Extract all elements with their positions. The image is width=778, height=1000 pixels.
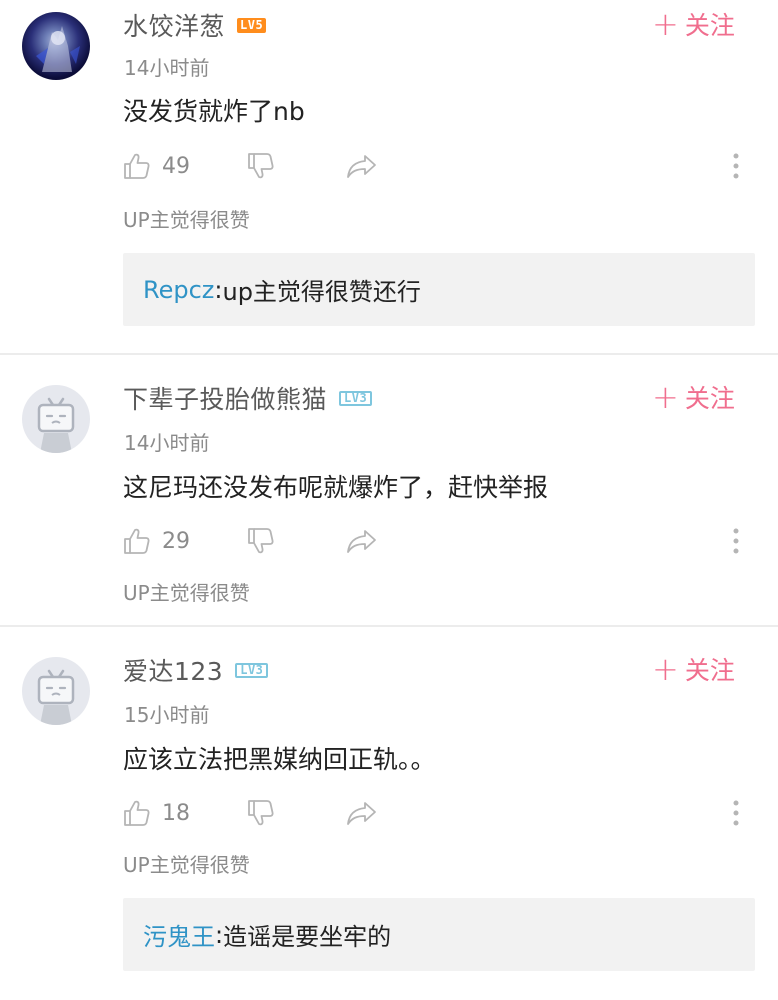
- like-button[interactable]: 49: [122, 147, 190, 185]
- more-button[interactable]: [724, 794, 748, 832]
- reply-username[interactable]: Repcz: [143, 276, 214, 304]
- follow-button[interactable]: + 关注: [652, 8, 735, 40]
- reply-colon: :: [214, 275, 223, 304]
- reply-text: 造谣是要坐牢的: [223, 923, 392, 951]
- like-button[interactable]: 29: [122, 522, 190, 560]
- plus-icon: +: [652, 378, 679, 416]
- thumbs-down-icon: [248, 528, 274, 554]
- comment-item: 下辈子投胎做熊猫 LV3 + 关注 14小时前 这尼玛还没发布呢就爆炸了，赶快举…: [0, 355, 778, 627]
- like-count: 49: [162, 153, 190, 179]
- share-button[interactable]: [346, 522, 378, 560]
- comment-actions: 49: [122, 147, 754, 185]
- dislike-button[interactable]: [246, 794, 276, 832]
- thumbs-down-icon: [248, 153, 274, 179]
- more-button[interactable]: [724, 147, 748, 185]
- share-icon: [347, 530, 376, 553]
- thumbs-down-icon: [248, 800, 274, 826]
- reply-preview[interactable]: 污鬼王: 造谣是要坐牢的: [123, 898, 755, 971]
- avatar[interactable]: [22, 385, 90, 453]
- dislike-button[interactable]: [246, 522, 276, 560]
- reply-preview[interactable]: Repcz: up主觉得很赞还行: [123, 253, 755, 326]
- share-icon: [347, 155, 376, 178]
- default-avatar-icon: [37, 669, 75, 725]
- reply-text: up主觉得很赞还行: [222, 278, 421, 306]
- comment-time: 14小时前: [124, 431, 210, 455]
- like-count: 18: [162, 800, 190, 826]
- more-vertical-icon: [733, 528, 739, 554]
- thumbs-up-icon: [124, 528, 150, 554]
- comment-time: 15小时前: [124, 703, 210, 727]
- share-button[interactable]: [346, 794, 378, 832]
- follow-label: 关注: [684, 11, 735, 40]
- avatar[interactable]: [22, 657, 90, 725]
- dislike-button[interactable]: [246, 147, 276, 185]
- like-button[interactable]: 18: [122, 794, 190, 832]
- default-avatar-icon: [37, 397, 75, 453]
- up-liked-label: UP主觉得很赞: [123, 853, 250, 877]
- comment-text: 应该立法把黑媒纳回正轨。。: [123, 745, 436, 774]
- comment-actions: 29: [122, 522, 754, 560]
- avatar[interactable]: [22, 12, 90, 80]
- reply-username[interactable]: 污鬼王: [143, 917, 215, 952]
- follow-label: 关注: [684, 656, 735, 685]
- comment-item: 爱达123 LV3 + 关注 15小时前 应该立法把黑媒纳回正轨。。 18 UP…: [0, 627, 778, 1000]
- plus-icon: +: [652, 650, 679, 688]
- comment-time: 14小时前: [124, 56, 210, 80]
- plus-icon: +: [652, 5, 679, 43]
- follow-button[interactable]: + 关注: [652, 381, 735, 413]
- comment-text: 没发货就炸了nb: [123, 97, 305, 126]
- comment-item: 水饺洋葱 LV5 + 关注 14小时前 没发货就炸了nb 49 UP主觉得很赞 …: [0, 0, 778, 355]
- level-badge: LV3: [235, 662, 269, 678]
- share-button[interactable]: [346, 147, 378, 185]
- more-vertical-icon: [733, 153, 739, 179]
- more-button[interactable]: [724, 522, 748, 560]
- share-icon: [347, 802, 376, 825]
- level-badge: LV5: [237, 17, 267, 33]
- up-liked-label: UP主觉得很赞: [123, 208, 250, 232]
- thumbs-up-icon: [124, 153, 150, 179]
- follow-label: 关注: [684, 384, 735, 413]
- more-vertical-icon: [733, 800, 739, 826]
- follow-button[interactable]: + 关注: [652, 653, 735, 685]
- level-badge: LV3: [339, 390, 373, 406]
- like-count: 29: [162, 528, 190, 554]
- up-liked-label: UP主觉得很赞: [123, 581, 250, 605]
- username[interactable]: 水饺洋葱: [123, 7, 225, 43]
- comment-actions: 18: [122, 794, 754, 832]
- reply-colon: :: [215, 920, 224, 949]
- thumbs-up-icon: [124, 800, 150, 826]
- comment-text: 这尼玛还没发布呢就爆炸了，赶快举报: [123, 473, 549, 502]
- username[interactable]: 爱达123: [123, 652, 223, 688]
- username[interactable]: 下辈子投胎做熊猫: [123, 380, 327, 416]
